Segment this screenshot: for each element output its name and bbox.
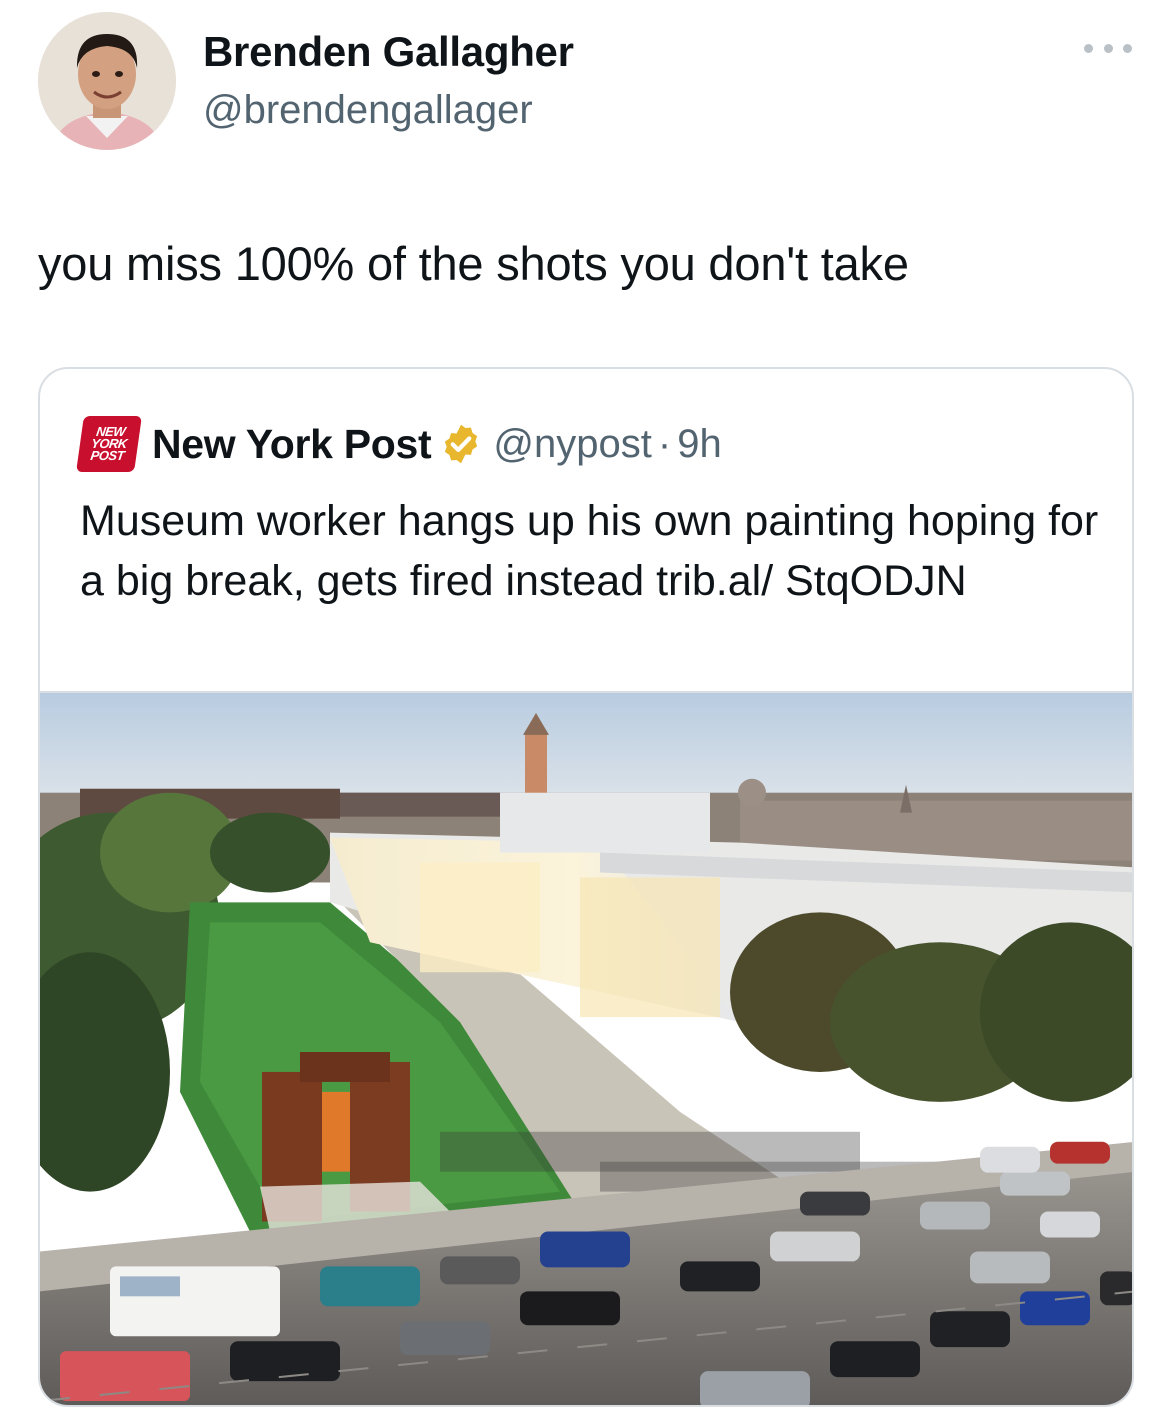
tweet: Brenden Gallagher @brendengallager you m… bbox=[0, 0, 1170, 1422]
dot bbox=[1103, 43, 1113, 53]
author-avatar[interactable] bbox=[38, 12, 176, 150]
quoted-tweet-card[interactable]: NEW YORK POST New York Post @nypost · 9h… bbox=[38, 367, 1134, 1407]
more-options-icon[interactable] bbox=[1084, 38, 1132, 58]
quoted-tweet-text: Museum worker hangs up his own painting … bbox=[80, 497, 1099, 605]
verified-badge-icon bbox=[445, 424, 478, 464]
aerial-photo-museum-at-dusk bbox=[40, 693, 1132, 1405]
dot bbox=[1084, 43, 1093, 53]
nypost-logo[interactable]: NEW YORK POST bbox=[76, 416, 142, 472]
dot bbox=[1123, 43, 1132, 53]
separator-dot: · bbox=[657, 421, 672, 466]
quoted-tweet-media[interactable] bbox=[40, 691, 1132, 1405]
quoted-author-handle[interactable]: @nypost bbox=[493, 422, 651, 467]
quoted-timestamp[interactable]: 9h bbox=[677, 422, 722, 467]
quoted-author-name[interactable]: New York Post bbox=[152, 421, 432, 468]
profile-photo bbox=[38, 12, 176, 150]
author-name[interactable]: Brenden Gallagher bbox=[203, 28, 574, 76]
tweet-text: you miss 100% of the shots you don't tak… bbox=[38, 237, 909, 290]
author-handle[interactable]: @brendengallager bbox=[203, 88, 533, 133]
quoted-tweet-header: NEW YORK POST New York Post @nypost · 9h bbox=[76, 416, 722, 472]
logo-line: POST bbox=[89, 448, 126, 463]
